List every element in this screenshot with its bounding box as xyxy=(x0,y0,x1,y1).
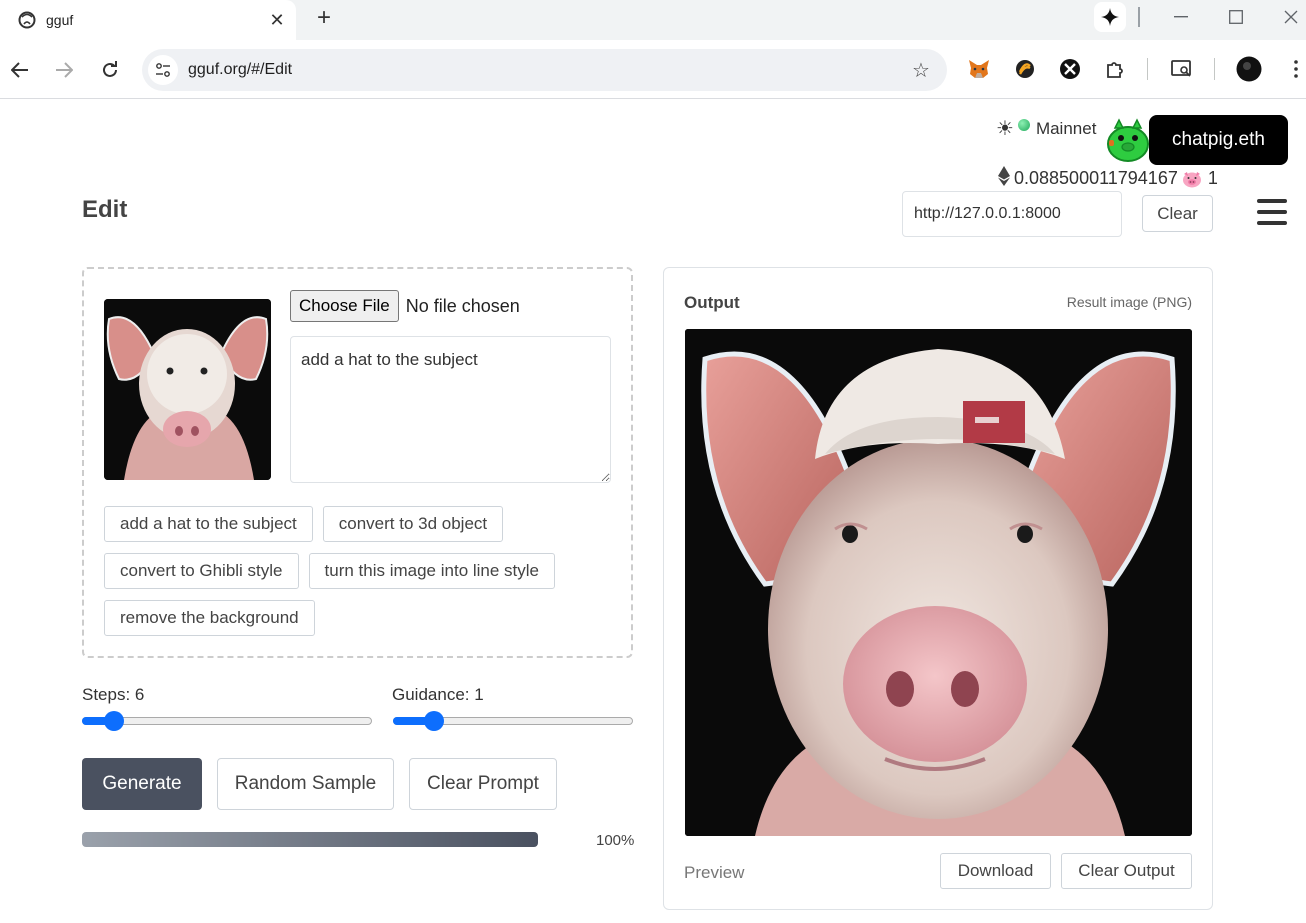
suggestion-button[interactable]: convert to 3d object xyxy=(322,506,504,542)
output-title: Output xyxy=(684,293,740,312)
page-title: Edit xyxy=(82,196,128,223)
reload-icon[interactable] xyxy=(94,54,126,86)
site-favicon-icon xyxy=(16,9,38,31)
tab-title: gguf xyxy=(46,12,74,28)
browser-toolbar: gguf.org/#/Edit ☆ xyxy=(0,40,1306,99)
ens-account-button[interactable]: chatpig.eth xyxy=(1149,115,1288,165)
progress-text: 100% xyxy=(596,832,635,849)
file-picker: Choose File No file chosen xyxy=(290,290,520,322)
gemini-sparkle-icon[interactable] xyxy=(1094,2,1126,32)
guidance-slider[interactable] xyxy=(393,711,633,731)
guidance-label: Guidance: 1 xyxy=(392,685,484,704)
new-tab-button[interactable]: + xyxy=(310,4,338,32)
theme-sun-icon[interactable]: ☀ xyxy=(996,116,1014,141)
metamask-extension-icon[interactable] xyxy=(966,56,992,82)
progress-bar xyxy=(82,832,538,847)
clear-prompt-button[interactable]: Clear Prompt xyxy=(409,758,557,810)
extensions-puzzle-icon[interactable] xyxy=(1102,56,1128,82)
hamburger-menu-icon[interactable] xyxy=(1257,199,1287,225)
url-text[interactable]: gguf.org/#/Edit xyxy=(188,61,905,79)
choose-file-button[interactable]: Choose File xyxy=(290,290,399,322)
output-subtitle: Result image (PNG) xyxy=(1066,294,1192,310)
eth-balance-value: 0.088500011794167 xyxy=(1014,168,1178,188)
pig-mascot-icon xyxy=(1103,114,1153,164)
browser-menu-icon[interactable] xyxy=(1283,56,1306,82)
pig-face-icon xyxy=(1182,171,1201,187)
suggestion-button[interactable]: convert to Ghibli style xyxy=(104,553,299,589)
steps-slider[interactable] xyxy=(82,711,372,731)
input-image-thumbnail xyxy=(104,299,271,480)
x-extension-icon[interactable] xyxy=(1057,56,1083,82)
suggestion-button[interactable]: turn this image into line style xyxy=(308,553,556,589)
clear-output-button[interactable]: Clear Output xyxy=(1061,853,1192,889)
generate-button[interactable]: Generate xyxy=(82,758,202,810)
suggestion-button[interactable]: add a hat to the subject xyxy=(104,506,313,542)
pig-count-value: 1 xyxy=(1207,168,1218,188)
clear-server-button[interactable]: Clear xyxy=(1142,195,1213,232)
back-icon[interactable] xyxy=(4,54,36,86)
prompt-textarea[interactable]: add a hat to the subject xyxy=(290,336,611,483)
close-tab-icon[interactable]: ✕ xyxy=(266,9,288,31)
close-window-icon[interactable] xyxy=(1276,4,1306,30)
ethereum-icon xyxy=(998,165,1010,186)
guidance-slider-handle[interactable] xyxy=(424,711,444,731)
output-panel: Output Result image (PNG) Preview Downlo… xyxy=(663,267,1213,910)
wallet-balance: 0.088500011794167 1 xyxy=(998,165,1218,189)
toolbar-divider xyxy=(1214,58,1215,80)
page: ☀ Mainnet chatpig.eth 0.088500011794167 … xyxy=(0,100,1306,923)
network-status: ☀ Mainnet xyxy=(996,116,1096,141)
browser-tabstrip: gguf ✕ + xyxy=(0,0,1306,40)
tabstrip-divider xyxy=(1138,7,1140,27)
file-status-text: No file chosen xyxy=(405,295,520,316)
steps-slider-handle[interactable] xyxy=(104,711,124,731)
tab-search-icon[interactable] xyxy=(1169,56,1195,82)
orange-extension-icon[interactable] xyxy=(1012,56,1038,82)
download-button[interactable]: Download xyxy=(940,853,1051,889)
toolbar-divider xyxy=(1147,58,1148,80)
input-panel: Choose File No file chosen add a hat to … xyxy=(82,267,633,658)
output-image xyxy=(685,329,1192,836)
network-label: Mainnet xyxy=(1035,118,1097,138)
browser-tab[interactable]: gguf ✕ xyxy=(0,0,296,40)
progress-bar-fill xyxy=(82,832,538,847)
random-sample-button[interactable]: Random Sample xyxy=(217,758,394,810)
minimize-icon[interactable] xyxy=(1166,4,1196,30)
network-dot-icon xyxy=(1017,118,1030,131)
site-settings-icon[interactable] xyxy=(148,55,178,85)
suggestion-button[interactable]: remove the background xyxy=(104,600,315,636)
server-url-input[interactable] xyxy=(902,191,1122,237)
prompt-suggestions: add a hat to the subject convert to 3d o… xyxy=(104,506,604,636)
bookmark-star-icon[interactable]: ☆ xyxy=(905,58,937,83)
address-bar[interactable]: gguf.org/#/Edit ☆ xyxy=(142,49,947,91)
profile-avatar[interactable] xyxy=(1236,56,1262,82)
preview-label: Preview xyxy=(684,863,745,882)
maximize-icon[interactable] xyxy=(1221,4,1251,30)
forward-icon[interactable] xyxy=(48,54,80,86)
steps-label: Steps: 6 xyxy=(82,685,145,704)
